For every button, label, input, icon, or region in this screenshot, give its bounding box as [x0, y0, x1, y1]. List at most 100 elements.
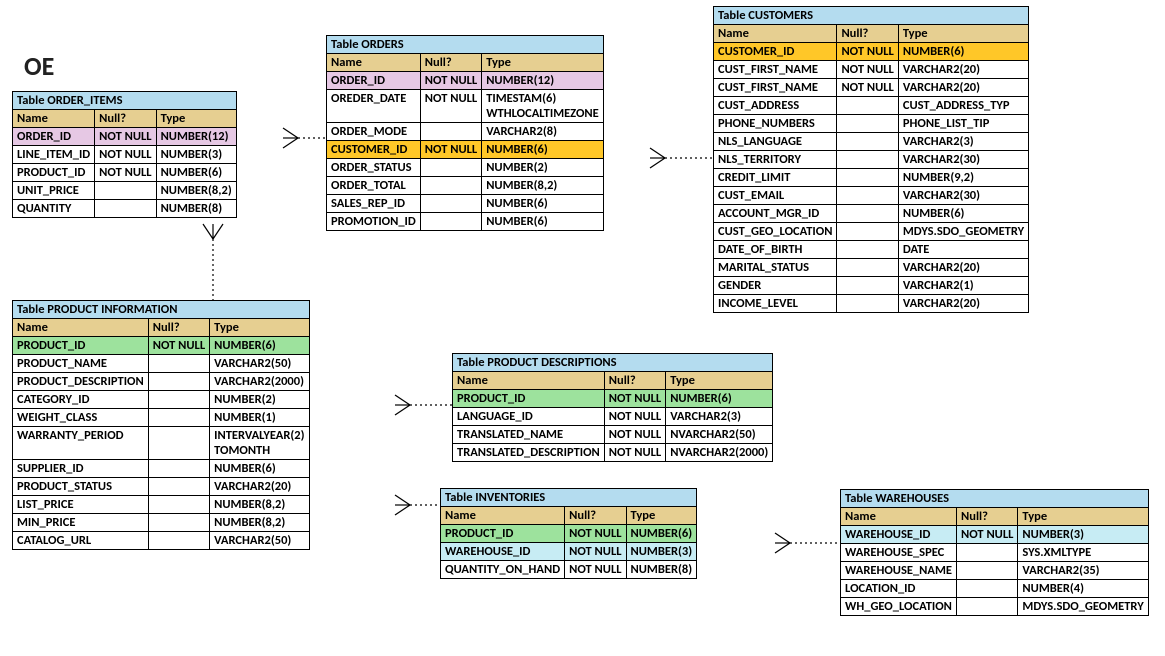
column-type: NVARCHAR2(2000) [666, 444, 773, 462]
column-row: PRODUCT_STATUSVARCHAR2(20) [13, 478, 310, 496]
column-name: PRODUCT_ID [13, 164, 95, 182]
column-type: NUMBER(6) [666, 390, 773, 408]
column-type: NUMBER(3) [626, 543, 697, 561]
column-name: WAREHOUSE_ID [841, 526, 957, 544]
column-row: LANGUAGE_IDNOT NULLVARCHAR2(3) [453, 408, 773, 426]
column-null [420, 159, 481, 177]
column-type: MDYS.SDO_GEOMETRY [1018, 598, 1148, 616]
column-name: CUST_EMAIL [714, 187, 837, 205]
column-null [148, 514, 209, 532]
column-name: QUANTITY_ON_HAND [441, 561, 565, 579]
column-name: PRODUCT_ID [453, 390, 605, 408]
column-row: CATEGORY_IDNUMBER(2) [13, 391, 310, 409]
column-row: SALES_REP_IDNUMBER(6) [327, 195, 604, 213]
column-type: NUMBER(3) [156, 146, 236, 164]
column-type: NUMBER(8,2) [482, 177, 604, 195]
column-row: PRODUCT_NAMEVARCHAR2(50) [13, 355, 310, 373]
column-row: CREDIT_LIMITNUMBER(9,2) [714, 169, 1029, 187]
column-type: NUMBER(6) [626, 525, 697, 543]
col-header: Type [156, 110, 236, 128]
col-header: Name [13, 319, 149, 337]
column-row: PRODUCT_IDNOT NULLNUMBER(6) [453, 390, 773, 408]
column-type: VARCHAR2(3) [898, 133, 1028, 151]
column-name: CUSTOMER_ID [327, 141, 421, 159]
column-null: NOT NULL [565, 543, 626, 561]
column-row: TRANSLATED_DESCRIPTIONNOT NULLNVARCHAR2(… [453, 444, 773, 462]
column-type: VARCHAR2(20) [898, 259, 1028, 277]
column-name: ORDER_STATUS [327, 159, 421, 177]
column-type: VARCHAR2(30) [898, 187, 1028, 205]
column-row: UNIT_PRICENUMBER(8,2) [13, 182, 237, 200]
column-row: CUST_EMAIL VARCHAR2(30) [714, 187, 1029, 205]
column-row: MARITAL_STATUSVARCHAR2(20) [714, 259, 1029, 277]
table-title: Table CUSTOMERS [714, 7, 1029, 25]
column-null [837, 169, 898, 187]
column-null [148, 460, 209, 478]
column-row: QUANTITYNUMBER(8) [13, 200, 237, 218]
column-type: NUMBER(8) [156, 200, 236, 218]
column-null [148, 355, 209, 373]
column-row: CUST_ADDRESSCUST_ADDRESS_TYP [714, 97, 1029, 115]
col-header: Name [13, 110, 95, 128]
column-row: ORDER_IDNOT NULLNUMBER(12) [13, 128, 237, 146]
column-name: CUSTOMER_ID [714, 43, 837, 61]
column-null: NOT NULL [420, 90, 481, 123]
column-type: NUMBER(6) [898, 43, 1028, 61]
table-product-descriptions: Table PRODUCT DESCRIPTIONS Name Null? Ty… [452, 353, 773, 462]
column-null [420, 213, 481, 231]
column-type: INTERVALYEAR(2)TOMONTH [210, 427, 309, 460]
column-type: VARCHAR2(20) [898, 79, 1028, 97]
table-title: Table PRODUCT DESCRIPTIONS [453, 354, 773, 372]
column-name: GENDER [714, 277, 837, 295]
column-row: QUANTITY_ON_HANDNOT NULLNUMBER(8) [441, 561, 697, 579]
column-name: ACCOUNT_MGR_ID [714, 205, 837, 223]
column-null [837, 151, 898, 169]
col-header: Name [714, 25, 837, 43]
column-null [420, 195, 481, 213]
column-name: SUPPLIER_ID [13, 460, 149, 478]
column-null [148, 532, 209, 550]
column-null: NOT NULL [420, 141, 481, 159]
col-header: Null? [148, 319, 209, 337]
column-null [837, 259, 898, 277]
column-null: NOT NULL [95, 128, 156, 146]
column-null: NOT NULL [604, 426, 665, 444]
column-row: DATE_OF_BIRTHDATE [714, 241, 1029, 259]
table-customers: Table CUSTOMERS Name Null? Type CUSTOMER… [713, 6, 1029, 313]
column-row: ORDER_IDNOT NULLNUMBER(12) [327, 72, 604, 90]
column-null [957, 580, 1018, 598]
table-title: Table INVENTORIES [441, 489, 697, 507]
column-name: PRODUCT_NAME [13, 355, 149, 373]
column-row: CUST_FIRST_NAMENOT NULLVARCHAR2(20) [714, 79, 1029, 97]
column-null [837, 295, 898, 313]
column-type: VARCHAR2(8) [482, 123, 604, 141]
column-row: LOCATION_IDNUMBER(4) [841, 580, 1149, 598]
column-null [957, 544, 1018, 562]
column-name: TRANSLATED_NAME [453, 426, 605, 444]
column-name: MIN_PRICE [13, 514, 149, 532]
column-row: PHONE_NUMBERSPHONE_LIST_TIP [714, 115, 1029, 133]
column-null: NOT NULL [957, 526, 1018, 544]
table-inventories: Table INVENTORIES Name Null? Type PRODUC… [440, 488, 697, 579]
column-type: PHONE_LIST_TIP [898, 115, 1028, 133]
column-null [420, 123, 481, 141]
column-row: CUST_FIRST_NAMENOT NULLVARCHAR2(20) [714, 61, 1029, 79]
table-title: Table ORDER_ITEMS [13, 92, 237, 110]
column-name: PROMOTION_ID [327, 213, 421, 231]
column-type: TIMESTAM(6)WTHLOCALTIMEZONE [482, 90, 604, 123]
column-name: PRODUCT_DESCRIPTION [13, 373, 149, 391]
column-null: NOT NULL [837, 79, 898, 97]
column-name: PRODUCT_ID [13, 337, 149, 355]
column-null [837, 277, 898, 295]
column-row: PRODUCT_IDNOT NULLNUMBER(6) [13, 164, 237, 182]
table-title: Table PRODUCT INFORMATION [13, 301, 310, 319]
column-null [837, 241, 898, 259]
column-null [837, 97, 898, 115]
column-null: NOT NULL [95, 146, 156, 164]
column-type: NUMBER(8,2) [210, 496, 309, 514]
column-name: LANGUAGE_ID [453, 408, 605, 426]
column-type: NUMBER(2) [482, 159, 604, 177]
column-null [95, 200, 156, 218]
col-header: Name [441, 507, 565, 525]
column-type: NUMBER(6) [210, 337, 309, 355]
